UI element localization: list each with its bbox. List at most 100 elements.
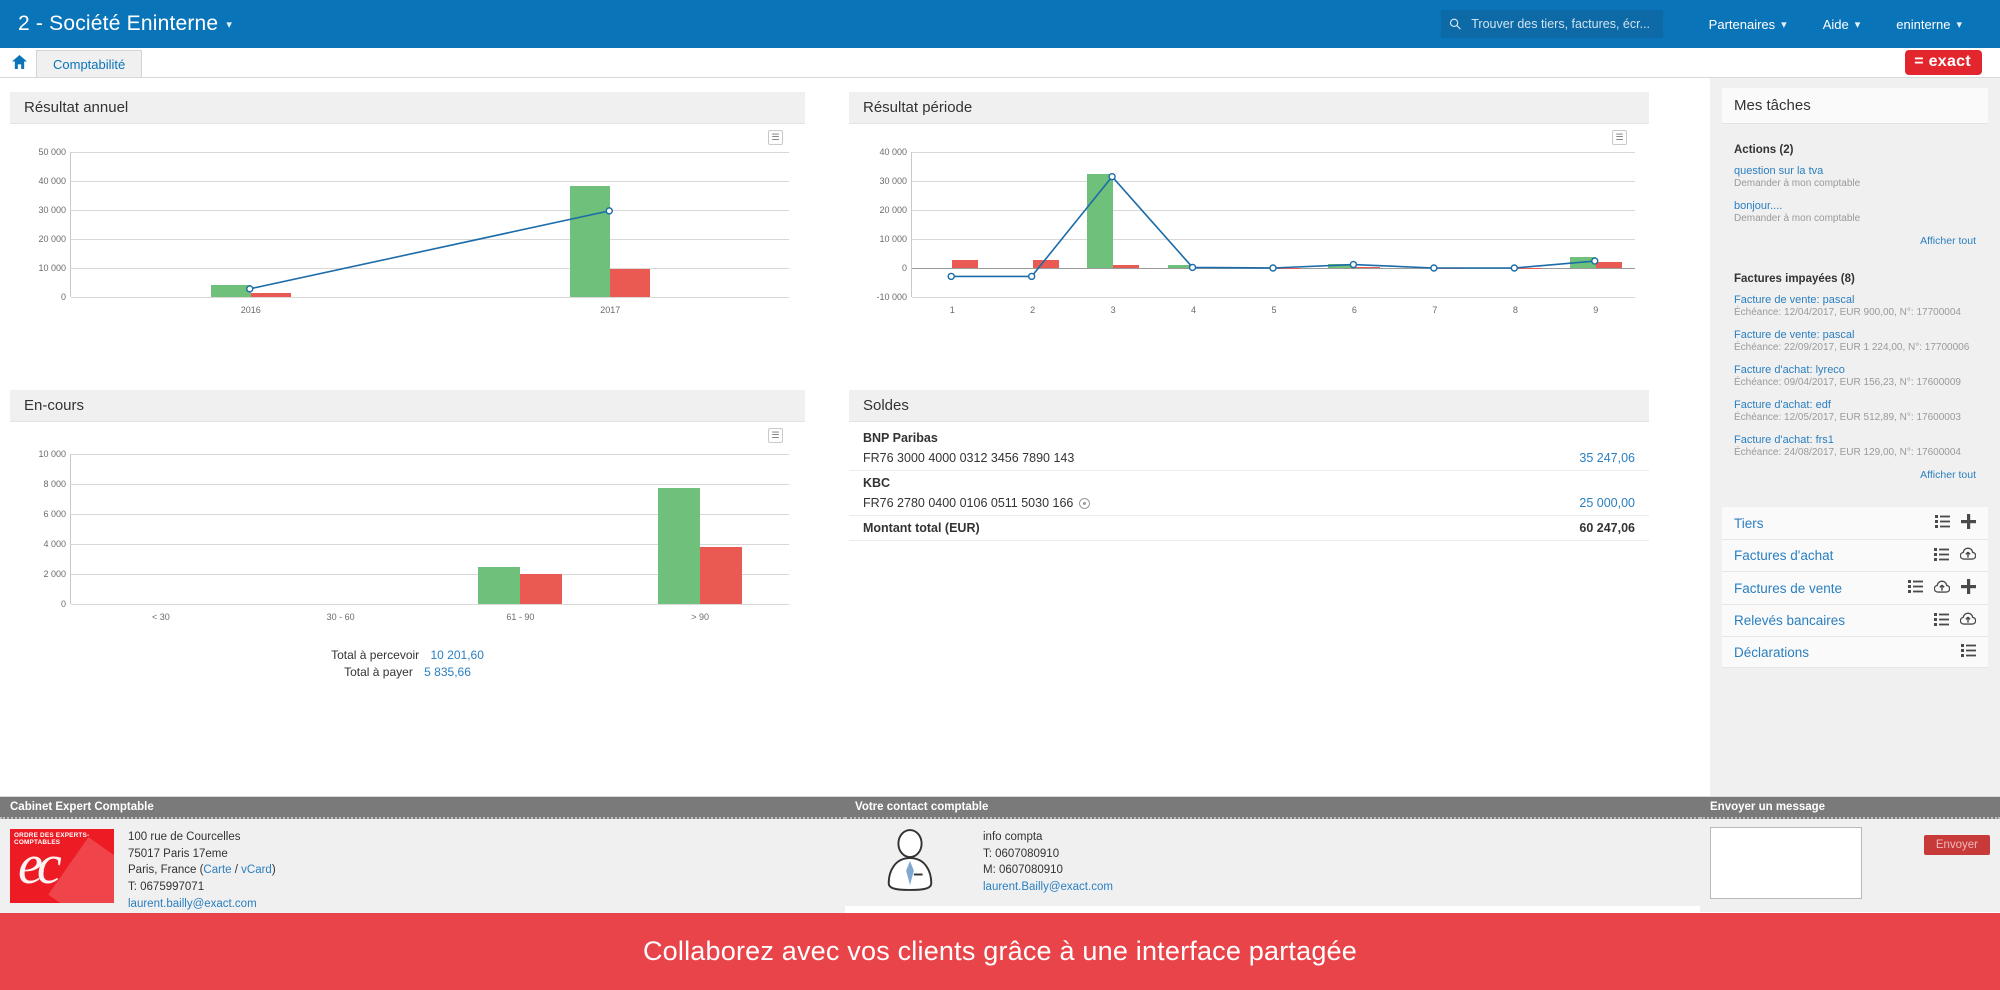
contact-email-link[interactable]: laurent.Bailly@exact.com [983, 881, 1113, 893]
en-cours-totals: Total à percevoir 10 201,60 Total à paye… [10, 648, 805, 679]
panel-title: Résultat annuel [10, 92, 805, 124]
upload-cloud-icon[interactable] [1959, 547, 1977, 564]
nav-partenaires[interactable]: Partenaires ▾ [1691, 17, 1805, 32]
list-icon[interactable] [1934, 547, 1949, 564]
invoice-item-link[interactable]: Facture d'achat: frs1 [1734, 434, 1976, 446]
oec-logo: ORDRE DES EXPERTS-COMPTABLES ec [10, 829, 114, 903]
chevron-down-icon: ▾ [226, 18, 233, 31]
chevron-down-icon: ▾ [1854, 18, 1861, 31]
chart-line [951, 175, 1595, 278]
action-item-link[interactable]: bonjour.... [1734, 200, 1976, 212]
plus-icon[interactable] [1961, 514, 1976, 532]
soldes-label: BNP Paribas [863, 431, 938, 445]
upload-cloud-icon[interactable] [1933, 580, 1951, 597]
soldes-account-row: FR76 2780 0400 0106 0511 5030 166 25 000,… [849, 491, 1649, 516]
quick-link-factures-d-achat[interactable]: Factures d'achat [1722, 540, 1988, 572]
list-icon[interactable] [1908, 580, 1923, 596]
link-separator: / [231, 864, 242, 877]
x-axis-tick-label: < 30 [151, 612, 170, 622]
contact-avatar-wrap [855, 829, 965, 896]
chart-line-marker [1510, 264, 1519, 272]
list-icon [1934, 547, 1949, 561]
chart-resultat-annuel: 0 10 000 20 000 30 000 40 000 50 000 2016 2017 [10, 130, 805, 340]
nav-aide[interactable]: Aide ▾ [1805, 17, 1879, 32]
upload-cloud-icon[interactable] [1959, 612, 1977, 629]
x-axis-tick-label: > 90 [691, 612, 710, 622]
plus-icon[interactable] [1961, 579, 1976, 597]
actions-list: question sur la tva Demander à mon compta… [1734, 165, 1976, 224]
panel-soldes: Soldes BNP Paribas FR76 3000 4000 0312 34… [849, 390, 1649, 702]
search-icon [1449, 18, 1461, 30]
chart-line-marker [1269, 264, 1277, 272]
quick-link-relev-s-bancaires[interactable]: Relevés bancaires [1722, 605, 1988, 637]
y-axis-tick-label: 10 000 [38, 449, 66, 459]
y-axis-tick-label: 2 000 [43, 569, 66, 579]
actions-show-all-link[interactable]: Afficher tout [1734, 235, 1976, 251]
search-box[interactable] [1440, 10, 1663, 38]
nav-user-menu[interactable]: eninterne ▾ [1878, 17, 1980, 32]
soldes-total-row: Montant total (EUR) 60 247,06 [849, 516, 1649, 541]
dashboard-content: Résultat annuel ☰ 0 10 000 20 000 30 000 40 … [0, 78, 1710, 796]
invoice-item-link[interactable]: Facture de vente: pascal [1734, 294, 1976, 306]
invoice-item-link[interactable]: Facture d'achat: lyreco [1734, 364, 1976, 376]
quick-link-label: Déclarations [1734, 644, 1810, 660]
cabinet-email-link[interactable]: laurent.bailly@exact.com [128, 898, 257, 910]
company-switcher[interactable]: 2 - Société Eninterne ▾ [18, 12, 232, 36]
send-message-button[interactable]: Envoyer [1923, 835, 1990, 855]
soldes-bank-row: BNP Paribas [849, 426, 1649, 446]
action-item-subtitle: Demander à mon comptable [1734, 213, 1861, 224]
soldes-amount[interactable]: 25 000,00 [1579, 496, 1635, 510]
gridline [71, 484, 789, 485]
list-icon[interactable] [1961, 644, 1976, 660]
sidebar-quick-links: Tiers Factures d'achat Factures de vente Re… [1722, 507, 1988, 668]
dashboard-row-2: En-cours ☰ 02 000 4 000 6 000 8 000 10 000 < … [10, 390, 1700, 702]
soldes-label: Montant total (EUR) [863, 521, 980, 535]
total-a-payer-row: Total à payer 5 835,66 [10, 665, 805, 679]
address-line-2: 75017 Paris 17eme [128, 847, 228, 860]
message-textarea[interactable] [1710, 827, 1862, 899]
upload-cloud-icon [1933, 580, 1951, 593]
total-a-percevoir-row: Total à percevoir 10 201,60 [10, 648, 805, 662]
invoice-item-link[interactable]: Facture d'achat: edf [1734, 399, 1976, 411]
action-item-subtitle: Demander à mon comptable [1734, 178, 1861, 189]
factures-impayees-list: Facture de vente: pascal Échéance: 12/04/… [1734, 294, 1976, 458]
plus-icon [1961, 514, 1976, 529]
vcard-link[interactable]: vCard [241, 864, 272, 876]
chart-line-marker [246, 285, 254, 293]
carte-link[interactable]: Carte [203, 864, 231, 876]
quick-link-icons [1934, 612, 1977, 629]
gridline [71, 604, 789, 605]
invoice-item: Facture de vente: pascal Échéance: 22/09/… [1734, 329, 1976, 353]
soldes-bank-row: KBC [849, 471, 1649, 491]
soldes-amount[interactable]: 35 247,06 [1579, 451, 1635, 465]
chart-line-overlay [947, 172, 1599, 281]
footer-message-body: Envoyer [1700, 819, 2000, 912]
quick-link-factures-de-vente[interactable]: Factures de vente [1722, 572, 1988, 605]
search-input[interactable] [1469, 16, 1655, 32]
exact-logo: = exact [1905, 50, 1982, 75]
list-icon [1961, 644, 1976, 657]
footer-contact-title: Votre contact comptable [845, 797, 1700, 819]
tab-comptabilite[interactable]: Comptabilité [36, 50, 143, 77]
panel-resultat-annuel: Résultat annuel ☰ 0 10 000 20 000 30 000 40 … [10, 92, 805, 356]
home-icon[interactable] [8, 55, 36, 77]
total-a-percevoir-value: 10 201,60 [430, 648, 484, 662]
invoice-item-link[interactable]: Facture de vente: pascal [1734, 329, 1976, 341]
list-icon[interactable] [1935, 515, 1950, 531]
y-axis-tick-label: 0 [60, 599, 66, 609]
list-icon[interactable] [1934, 612, 1949, 629]
contact-mobile: M: 0607080910 [983, 864, 1063, 877]
upload-cloud-icon [1959, 612, 1977, 625]
soldes-label: FR76 2780 0400 0106 0511 5030 166 [863, 496, 1091, 510]
eye-icon[interactable] [1079, 498, 1091, 509]
factures-show-all-link[interactable]: Afficher tout [1734, 469, 1976, 485]
quick-link-d-clarations[interactable]: Déclarations [1722, 637, 1988, 668]
quick-link-tiers[interactable]: Tiers [1722, 507, 1988, 540]
chart-line-marker [947, 272, 955, 281]
quick-link-label: Tiers [1734, 515, 1764, 531]
panel-title: Résultat période [849, 92, 1649, 124]
chart-bar [700, 546, 743, 604]
action-item-link[interactable]: question sur la tva [1734, 165, 1976, 177]
quick-link-label: Relevés bancaires [1734, 613, 1846, 628]
nav-label: Aide [1822, 16, 1849, 32]
